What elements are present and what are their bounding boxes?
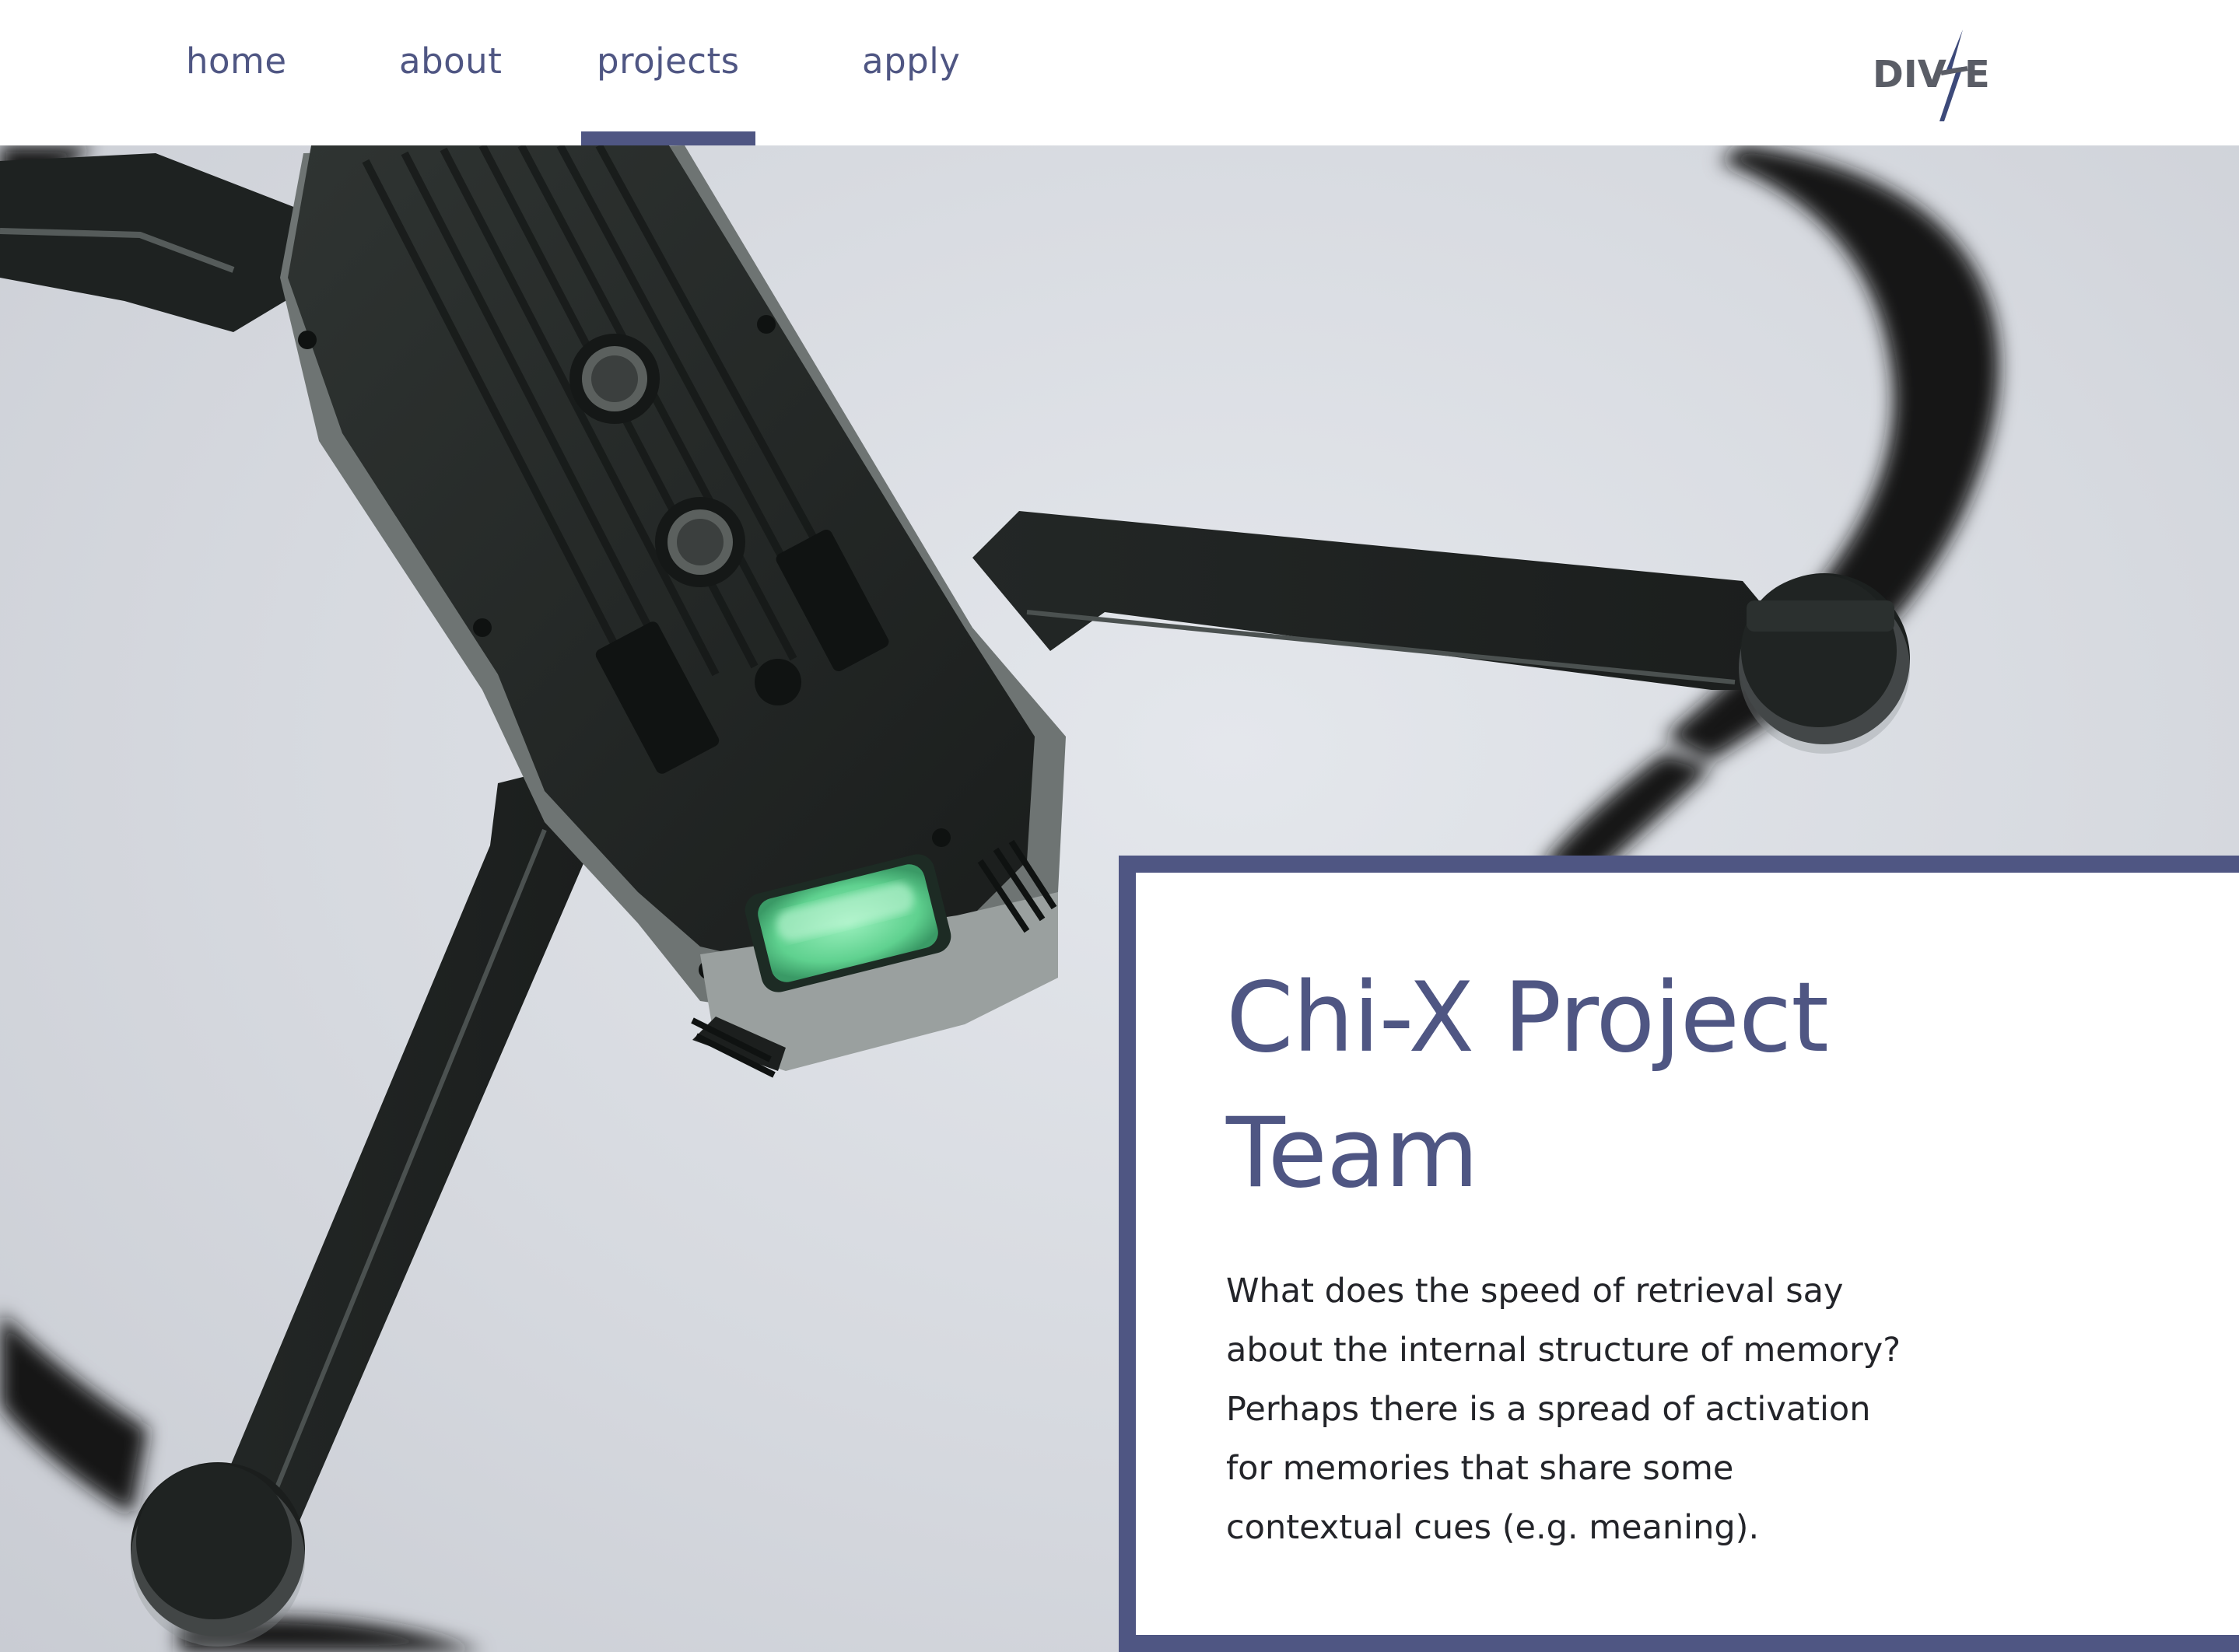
nav-home-label: home	[186, 40, 287, 82]
nav-home-link[interactable]: home	[186, 40, 287, 145]
logo-text-right: E	[1964, 53, 1990, 96]
page: home about projects apply DIV E Chi-X Pr…	[0, 0, 2239, 1652]
nav-apply-link[interactable]: apply	[862, 40, 960, 145]
nav-projects-label: projects	[597, 40, 740, 82]
project-title: Chi-X Project Team	[1226, 962, 1829, 1209]
project-description: What does the speed of retrieval say abo…	[1226, 1272, 1901, 1547]
site-logo[interactable]: DIV E	[1871, 28, 2023, 125]
logo-graphic: DIV E	[1873, 30, 1990, 121]
project-card: Chi-X Project Team What does the speed o…	[1119, 856, 2239, 1652]
top-left-arm	[0, 153, 311, 332]
logo-text-left: DIV	[1873, 53, 1946, 96]
nav-apply-label: apply	[862, 40, 961, 82]
drone-body	[280, 145, 1066, 1078]
nav-projects-link[interactable]: projects	[581, 40, 755, 145]
active-nav-indicator	[581, 131, 755, 145]
nav-about-label: about	[399, 40, 503, 82]
left-arm	[131, 768, 591, 1647]
site-header: home about projects apply DIV E	[0, 0, 2239, 145]
right-arm	[972, 511, 1910, 754]
nav-about-link[interactable]: about	[399, 40, 502, 145]
